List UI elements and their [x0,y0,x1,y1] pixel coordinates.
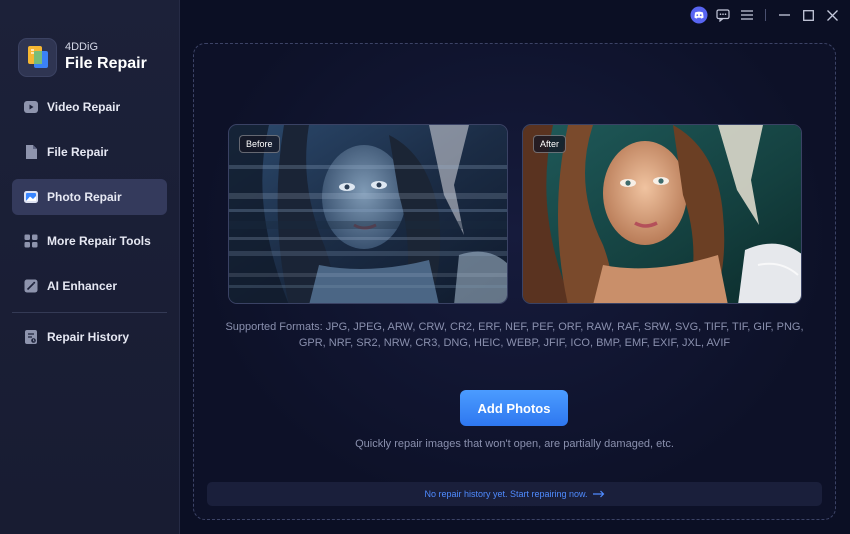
sidebar-item-label: File Repair [47,145,109,159]
minimize-icon[interactable] [772,4,796,26]
brand-name-small: 4DDiG [65,41,99,53]
sidebar-item-video-repair[interactable]: Video Repair [12,89,167,125]
sidebar-item-ai-enhancer[interactable]: AI Enhancer [12,268,167,304]
add-photos-button[interactable]: Add Photos [460,390,568,426]
sidebar-item-more-repair-tools[interactable]: More Repair Tools [12,223,167,259]
sidebar-item-label: Photo Repair [47,190,122,204]
sidebar-item-file-repair[interactable]: File Repair [12,134,167,170]
maximize-icon[interactable] [796,4,820,26]
sidebar-item-label: Repair History [47,330,130,344]
app-logo-icon [18,37,57,77]
supported-formats-line: GPR, NRF, SR2, NRW, CR3, DNG, HEIC, WEBP… [298,336,731,349]
discord-icon[interactable] [687,4,711,26]
photo-drop-area[interactable]: Before After Supported Formats: JPG, JPE… [193,43,836,520]
close-icon[interactable] [820,4,844,26]
after-photo: After [522,124,802,304]
title-bar [687,4,844,26]
sidebar-item-label: AI Enhancer [47,279,118,293]
title-bar-separator [765,9,766,21]
after-label: After [533,135,567,153]
photo-icon [23,189,39,205]
grid-icon [23,233,39,249]
repair-history-message: No repair history yet. Start repairing n… [424,489,588,499]
sidebar-item-label: Video Repair [47,100,121,114]
supported-formats: Supported Formats: JPG, JPEG, ARW, CRW, … [194,320,835,351]
feedback-icon[interactable] [711,4,735,26]
brand: 4DDiG File Repair [18,36,147,78]
repaired-portrait-image [523,125,801,303]
sidebar: 4DDiG File Repair Video Repair File Repa… [0,0,180,534]
before-label: Before [239,135,280,153]
file-icon [23,144,39,160]
menu-icon[interactable] [735,4,759,26]
supported-formats-line: Supported Formats: JPG, JPEG, ARW, CRW, … [225,321,804,333]
sidebar-item-repair-history[interactable]: Repair History [12,319,167,355]
repair-history-link[interactable]: No repair history yet. Start repairing n… [207,482,822,506]
sidebar-item-label: More Repair Tools [47,234,151,248]
sidebar-divider [12,312,167,313]
arrow-right-icon [592,490,605,498]
add-photos-description: Quickly repair images that won't open, a… [355,438,674,450]
magic-wand-icon [23,278,39,294]
before-photo: Before [228,124,508,304]
brand-name-big: File Repair [65,55,147,72]
video-icon [23,99,39,115]
sidebar-item-photo-repair[interactable]: Photo Repair [12,179,167,215]
history-icon [23,329,39,345]
